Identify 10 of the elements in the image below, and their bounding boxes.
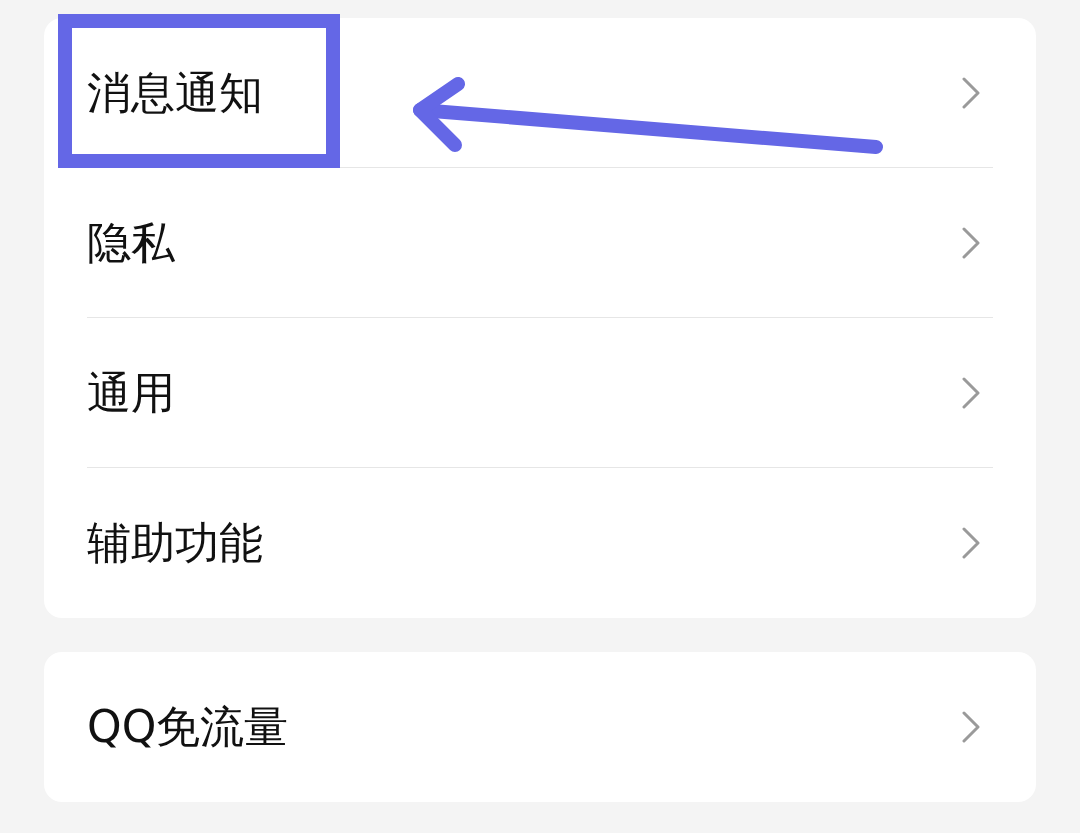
settings-item[interactable]: 消息通知 — [87, 18, 993, 167]
settings-item[interactable]: 辅助功能 — [87, 468, 993, 618]
chevron-right-icon — [962, 76, 980, 109]
chevron-right-icon — [962, 527, 980, 559]
settings-item[interactable]: QQ免流量 — [87, 652, 993, 802]
chevron-right-icon — [962, 376, 980, 409]
settings-item[interactable]: 隐私 — [87, 168, 993, 317]
chevron-right-icon — [962, 226, 980, 259]
chevron-right-icon — [962, 711, 980, 743]
settings-item[interactable]: 通用 — [87, 318, 993, 467]
